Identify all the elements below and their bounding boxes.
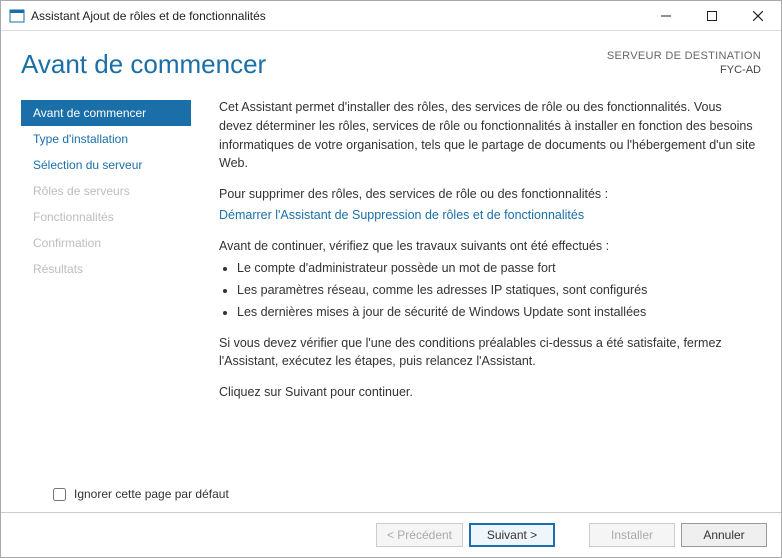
verify-intro: Avant de continuer, vérifiez que les tra…: [219, 237, 757, 256]
continue-hint: Cliquez sur Suivant pour continuer.: [219, 383, 757, 402]
wizard-header: Avant de commencer SERVEUR DE DESTINATIO…: [1, 31, 781, 88]
list-item: Les dernières mises à jour de sécurité d…: [237, 303, 757, 322]
nav-step-features: Fonctionnalités: [21, 204, 191, 230]
list-item: Les paramètres réseau, comme les adresse…: [237, 281, 757, 300]
skip-page-checkbox[interactable]: [53, 488, 66, 501]
nav-step-before-you-begin[interactable]: Avant de commencer: [21, 100, 191, 126]
wizard-content: Cet Assistant permet d'installer des rôl…: [191, 94, 761, 482]
nav-step-server-selection[interactable]: Sélection du serveur: [21, 152, 191, 178]
remove-roles-intro: Pour supprimer des rôles, des services d…: [219, 185, 757, 204]
app-icon: [9, 8, 25, 24]
skip-page-row: Ignorer cette page par défaut: [1, 482, 781, 512]
nav-step-installation-type[interactable]: Type d'installation: [21, 126, 191, 152]
previous-button: < Précédent: [376, 523, 463, 547]
wizard-steps-nav: Avant de commencer Type d'installation S…: [21, 94, 191, 482]
wizard-body: Avant de commencer Type d'installation S…: [1, 88, 781, 482]
maximize-button[interactable]: [689, 1, 735, 31]
wizard-footer: < Précédent Suivant > Installer Annuler: [1, 512, 781, 557]
wizard-window: Assistant Ajout de rôles et de fonctionn…: [0, 0, 782, 558]
skip-page-label: Ignorer cette page par défaut: [74, 487, 229, 501]
close-button[interactable]: [735, 1, 781, 31]
remove-roles-wizard-link[interactable]: Démarrer l'Assistant de Suppression de r…: [219, 208, 584, 222]
page-title: Avant de commencer: [21, 49, 607, 80]
next-button[interactable]: Suivant >: [469, 523, 555, 547]
nav-step-results: Résultats: [21, 256, 191, 282]
install-button: Installer: [589, 523, 675, 547]
list-item: Le compte d'administrateur possède un mo…: [237, 259, 757, 278]
nav-step-server-roles: Rôles de serveurs: [21, 178, 191, 204]
destination-info: SERVEUR DE DESTINATION FYC-AD: [607, 49, 761, 78]
nav-step-confirmation: Confirmation: [21, 230, 191, 256]
window-title: Assistant Ajout de rôles et de fonctionn…: [31, 9, 643, 23]
destination-label: SERVEUR DE DESTINATION: [607, 49, 761, 63]
cancel-button[interactable]: Annuler: [681, 523, 767, 547]
closing-text: Si vous devez vérifier que l'une des con…: [219, 334, 757, 372]
prerequisites-list: Le compte d'administrateur possède un mo…: [219, 259, 757, 321]
intro-text: Cet Assistant permet d'installer des rôl…: [219, 98, 757, 173]
minimize-button[interactable]: [643, 1, 689, 31]
titlebar: Assistant Ajout de rôles et de fonctionn…: [1, 1, 781, 31]
destination-value: FYC-AD: [607, 63, 761, 77]
